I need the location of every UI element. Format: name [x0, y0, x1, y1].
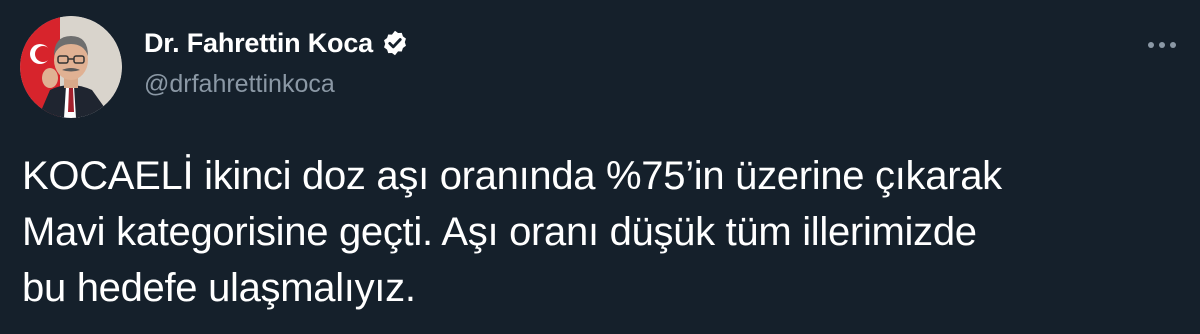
tweet-text-line: bu hedefe ulaşmalıyız. [22, 266, 416, 310]
tweet-text: KOCAELİ ikinci doz aşı oranında %75’in ü… [22, 148, 1182, 316]
display-name[interactable]: Dr. Fahrettin Koca [144, 28, 373, 59]
profile-photo-icon [20, 16, 122, 118]
more-options-button[interactable] [1140, 30, 1184, 60]
tweet-text-line: KOCAELİ ikinci doz aşı oranında %75’in ü… [22, 154, 1002, 198]
handle[interactable]: @drfahrettinkoca [144, 70, 409, 99]
more-options-icon [1148, 42, 1176, 48]
tweet-text-line: Mavi kategorisine geçti. Aşı oranı düşük… [22, 210, 977, 254]
verified-badge-icon [381, 29, 409, 57]
avatar[interactable] [20, 16, 122, 118]
tweet-card: Dr. Fahrettin Koca @drfahrettinkoca KOCA… [0, 0, 1200, 334]
author-block: Dr. Fahrettin Koca @drfahrettinkoca [144, 26, 409, 99]
name-row: Dr. Fahrettin Koca [144, 26, 409, 60]
